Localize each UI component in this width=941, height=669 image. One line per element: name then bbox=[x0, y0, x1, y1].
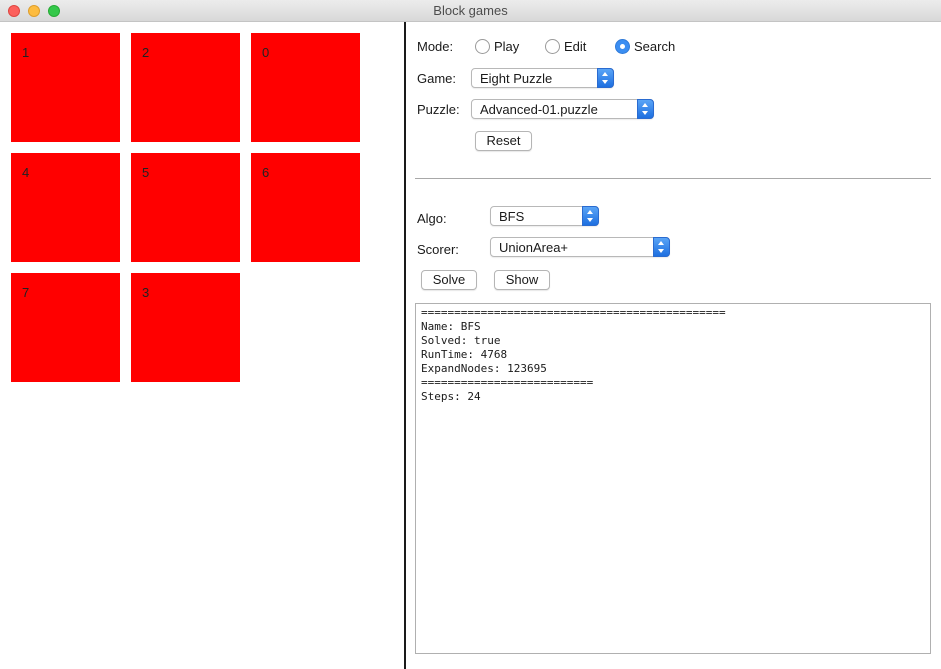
scorer-select[interactable]: UnionArea+ bbox=[490, 237, 670, 257]
puzzle-tile[interactable]: 3 bbox=[131, 273, 240, 382]
tile-number: 1 bbox=[22, 45, 30, 60]
radio-circle[interactable] bbox=[475, 38, 490, 54]
puzzle-select[interactable]: Advanced-01.puzzle bbox=[471, 99, 654, 119]
output-line: ExpandNodes: 123695 bbox=[421, 362, 547, 375]
algo-label: Algo: bbox=[417, 211, 447, 226]
window-title: Block games bbox=[433, 3, 508, 18]
chevron-updown-icon[interactable] bbox=[582, 206, 599, 226]
radio-label: Search bbox=[634, 38, 676, 54]
puzzle-select-value: Advanced-01.puzzle bbox=[480, 102, 598, 117]
scorer-select-value: UnionArea+ bbox=[499, 240, 569, 255]
puzzle-tile[interactable]: 0 bbox=[251, 33, 360, 142]
chevron-updown-icon[interactable] bbox=[637, 99, 654, 119]
algo-select-value: BFS bbox=[499, 209, 525, 224]
mode-radio-search[interactable]: Search bbox=[615, 38, 675, 54]
search-output-textarea[interactable]: ========================================… bbox=[415, 303, 931, 654]
tile-number: 7 bbox=[22, 285, 30, 300]
output-line: RunTime: 4768 bbox=[421, 348, 508, 361]
algo-select[interactable]: BFS bbox=[490, 206, 599, 226]
app-window: Block games 1 2 0 4 5 6 7 3 Mode: Play E… bbox=[0, 0, 941, 669]
radio-circle-selected[interactable] bbox=[615, 38, 630, 54]
puzzle-tile[interactable]: 4 bbox=[11, 153, 120, 262]
title-bar[interactable]: Block games bbox=[0, 0, 941, 22]
tile-number: 6 bbox=[262, 165, 270, 180]
game-label: Game: bbox=[417, 71, 457, 86]
puzzle-tile[interactable]: 6 bbox=[251, 153, 360, 262]
reset-button[interactable]: Reset bbox=[475, 131, 532, 151]
output-line: Solved: true bbox=[421, 334, 501, 347]
mode-radio-edit[interactable]: Edit bbox=[545, 38, 586, 54]
scorer-label: Scorer: bbox=[417, 242, 459, 257]
close-window-button[interactable] bbox=[8, 5, 20, 17]
control-panel: Mode: Play Edit Search Game: Eight Puzzl… bbox=[406, 22, 941, 669]
minimize-window-button[interactable] bbox=[28, 5, 40, 17]
tile-number: 5 bbox=[142, 165, 150, 180]
mode-radio-play[interactable]: Play bbox=[475, 38, 519, 54]
radio-label: Edit bbox=[564, 38, 587, 54]
puzzle-label: Puzzle: bbox=[417, 102, 460, 117]
radio-label: Play bbox=[494, 38, 520, 54]
solve-button[interactable]: Solve bbox=[421, 270, 477, 290]
radio-circle[interactable] bbox=[545, 38, 560, 54]
output-line: Name: BFS bbox=[421, 320, 481, 333]
tile-number: 0 bbox=[262, 45, 270, 60]
tile-number: 3 bbox=[142, 285, 150, 300]
puzzle-tile[interactable]: 7 bbox=[11, 273, 120, 382]
maximize-window-button[interactable] bbox=[48, 5, 60, 17]
mode-label: Mode: bbox=[417, 39, 454, 54]
section-divider bbox=[415, 178, 931, 179]
show-button[interactable]: Show bbox=[494, 270, 550, 290]
puzzle-tile[interactable]: 2 bbox=[131, 33, 240, 142]
game-select-value: Eight Puzzle bbox=[480, 71, 553, 86]
chevron-updown-icon[interactable] bbox=[653, 237, 670, 257]
output-line: ========================== bbox=[421, 376, 594, 389]
chevron-updown-icon[interactable] bbox=[597, 68, 614, 88]
puzzle-tile[interactable]: 1 bbox=[11, 33, 120, 142]
tile-number: 2 bbox=[142, 45, 150, 60]
puzzle-tile[interactable]: 5 bbox=[131, 153, 240, 262]
output-line: Steps: 24 bbox=[421, 390, 481, 403]
puzzle-board: 1 2 0 4 5 6 7 3 bbox=[0, 22, 404, 669]
output-line: ========================================… bbox=[421, 306, 726, 319]
game-select[interactable]: Eight Puzzle bbox=[471, 68, 614, 88]
tile-number: 4 bbox=[22, 165, 30, 180]
